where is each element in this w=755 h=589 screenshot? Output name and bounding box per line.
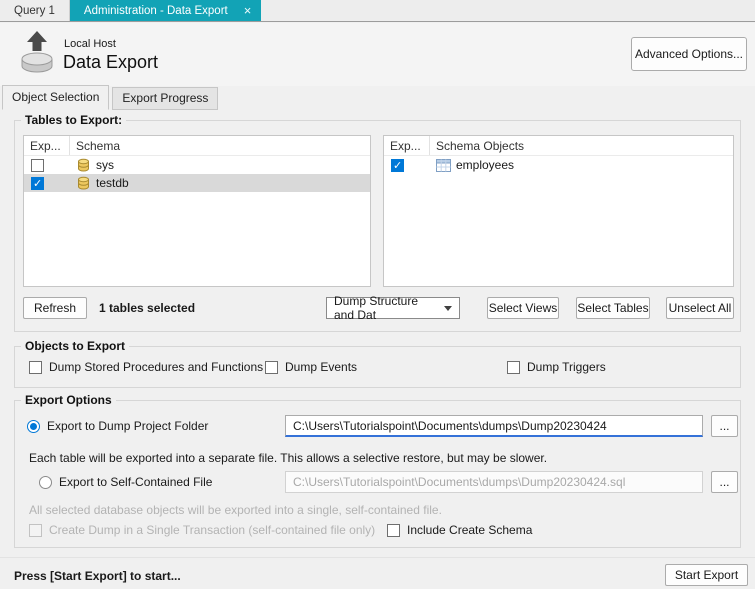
browse-dump-folder-button[interactable]: ... — [711, 415, 738, 437]
dump-folder-path-input[interactable] — [285, 415, 703, 437]
include-create-schema-label: Include Create Schema — [407, 523, 532, 537]
self-contained-note: All selected database objects will be ex… — [29, 503, 442, 517]
schema-list-header: Exp... Schema — [24, 136, 370, 156]
footer-divider — [0, 557, 755, 558]
connection-name: Local Host — [64, 38, 116, 50]
subtab-bar: Object Selection Export Progress — [2, 87, 221, 110]
tab-administration-data-export[interactable]: Administration - Data Export × — [70, 0, 261, 21]
tables-group-title: Tables to Export: — [21, 113, 126, 127]
schema-objects-list[interactable]: Exp... Schema Objects employees — [383, 135, 734, 287]
tab-query-1[interactable]: Query 1 — [0, 0, 70, 21]
dump-stored-procedures-label: Dump Stored Procedures and Functions — [49, 360, 263, 374]
page-title: Data Export — [63, 52, 158, 73]
unselect-all-button[interactable]: Unselect All — [666, 297, 734, 319]
export-checkbox-cell — [24, 177, 70, 190]
include-create-schema-checkbox[interactable] — [387, 524, 400, 537]
single-transaction-checkbox — [29, 524, 42, 537]
data-export-window: Query 1 Administration - Data Export × L… — [0, 0, 755, 589]
browse-self-contained-button[interactable]: ... — [711, 471, 738, 493]
schema-icon — [76, 158, 91, 172]
dump-triggers-option[interactable]: Dump Triggers — [507, 360, 606, 374]
employees-export-checkbox[interactable] — [391, 159, 404, 172]
schema-name: sys — [96, 158, 114, 172]
advanced-options-button[interactable]: Advanced Options... — [631, 37, 747, 71]
table-icon — [436, 159, 451, 172]
column-header-schema-objects: Schema Objects — [430, 136, 524, 155]
schema-name: testdb — [96, 176, 129, 190]
export-options-group: Export Options Export to Dump Project Fo… — [14, 400, 741, 548]
tab-object-selection[interactable]: Object Selection — [2, 85, 109, 110]
footer-status-text: Press [Start Export] to start... — [14, 569, 181, 583]
schema-icon — [76, 176, 91, 190]
schema-list[interactable]: Exp... Schema sys — [23, 135, 371, 287]
export-to-dump-folder-option[interactable]: Export to Dump Project Folder — [27, 419, 208, 433]
refresh-button[interactable]: Refresh — [23, 297, 87, 319]
objects-list-header: Exp... Schema Objects — [384, 136, 733, 156]
dump-stored-procedures-option[interactable]: Dump Stored Procedures and Functions — [29, 360, 263, 374]
export-options-title: Export Options — [21, 393, 116, 407]
column-header-export: Exp... — [384, 136, 430, 155]
objects-to-export-group: Objects to Export Dump Stored Procedures… — [14, 346, 741, 388]
dump-triggers-checkbox[interactable] — [507, 361, 520, 374]
page-header: Local Host Data Export Advanced Options.… — [0, 23, 755, 86]
include-create-schema-option[interactable]: Include Create Schema — [387, 523, 532, 537]
schema-row-sys[interactable]: sys — [24, 156, 370, 174]
start-export-button[interactable]: Start Export — [665, 564, 748, 586]
dump-folder-note: Each table will be exported into a separ… — [29, 451, 547, 465]
testdb-export-checkbox[interactable] — [31, 177, 44, 190]
close-icon[interactable]: × — [244, 4, 252, 17]
export-to-dump-folder-label: Export to Dump Project Folder — [47, 419, 208, 433]
dump-events-option[interactable]: Dump Events — [265, 360, 357, 374]
single-transaction-label: Create Dump in a Single Transaction (sel… — [49, 523, 375, 537]
export-self-contained-label: Export to Self-Contained File — [59, 475, 212, 489]
tables-to-export-group: Tables to Export: Exp... Schema sys — [14, 120, 741, 332]
dump-type-dropdown[interactable]: Dump Structure and Dat — [326, 297, 460, 319]
column-header-schema: Schema — [70, 136, 120, 155]
dump-type-value: Dump Structure and Dat — [334, 294, 438, 322]
object-row-employees[interactable]: employees — [384, 156, 733, 174]
tab-query-1-label: Query 1 — [14, 5, 55, 17]
column-header-export: Exp... — [24, 136, 70, 155]
sys-export-checkbox[interactable] — [31, 159, 44, 172]
select-views-button[interactable]: Select Views — [487, 297, 559, 319]
dump-triggers-label: Dump Triggers — [527, 360, 606, 374]
dump-events-label: Dump Events — [285, 360, 357, 374]
tables-selected-count: 1 tables selected — [99, 301, 195, 315]
editor-tab-bar: Query 1 Administration - Data Export × — [0, 0, 755, 22]
data-export-icon — [16, 29, 58, 82]
tab-admin-label: Administration - Data Export — [84, 5, 228, 17]
tab-export-progress[interactable]: Export Progress — [112, 87, 218, 110]
objects-group-title: Objects to Export — [21, 339, 129, 353]
select-tables-button[interactable]: Select Tables — [576, 297, 650, 319]
export-checkbox-cell — [384, 159, 430, 172]
single-transaction-option[interactable]: Create Dump in a Single Transaction (sel… — [29, 523, 375, 537]
self-contained-path-input[interactable] — [285, 471, 703, 493]
dump-events-checkbox[interactable] — [265, 361, 278, 374]
export-self-contained-radio[interactable] — [39, 476, 52, 489]
export-checkbox-cell — [24, 159, 70, 172]
export-to-dump-folder-radio[interactable] — [27, 420, 40, 433]
export-self-contained-option[interactable]: Export to Self-Contained File — [39, 475, 212, 489]
object-name: employees — [456, 158, 514, 172]
schema-row-testdb[interactable]: testdb — [24, 174, 370, 192]
dump-stored-procedures-checkbox[interactable] — [29, 361, 42, 374]
chevron-down-icon — [444, 306, 452, 311]
